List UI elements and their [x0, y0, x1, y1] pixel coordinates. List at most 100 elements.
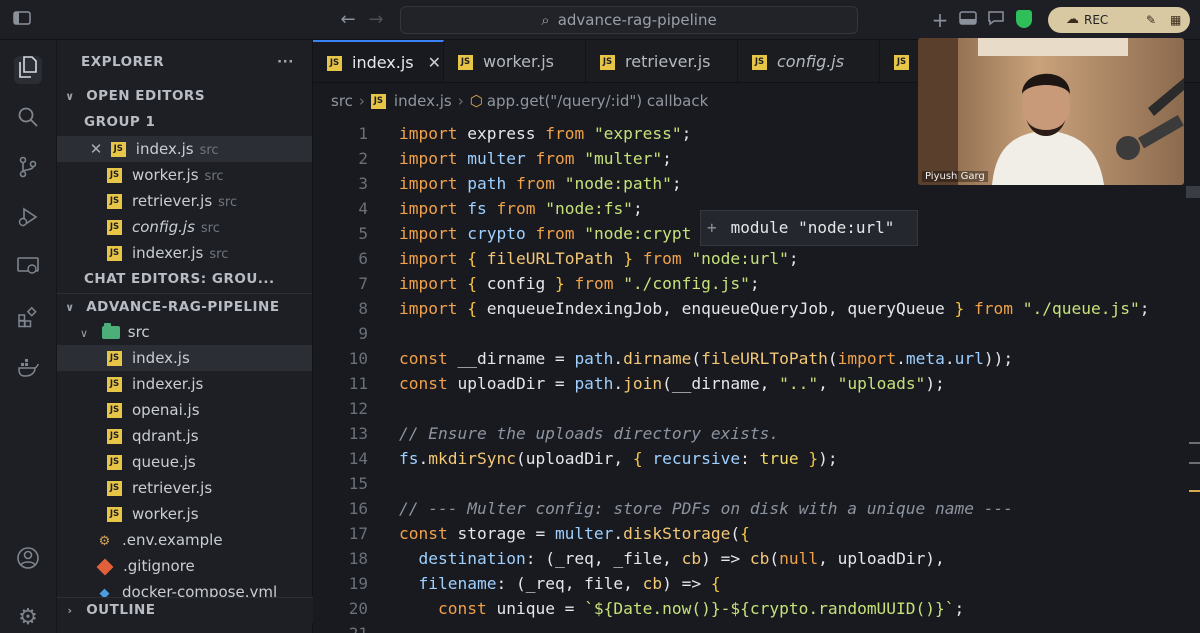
source-control-icon[interactable] [14, 156, 42, 184]
file-item[interactable]: .gitignore [57, 553, 312, 579]
code-line[interactable]: const uploadDir = path.join(__dirname, "… [399, 374, 945, 393]
webcam-overlay: Piyush Garg [918, 38, 1184, 185]
code-line[interactable]: import fs from "node:fs"; [399, 199, 643, 218]
line-number: 4 [358, 199, 368, 218]
code-line[interactable]: fs.mkdirSync(uploadDir, { recursive: tru… [399, 449, 838, 468]
tab-label: retriever.js [625, 52, 711, 71]
file-item[interactable]: ⚙ .env.example [57, 527, 312, 553]
code-line[interactable]: import crypto from "node:crypt [399, 224, 691, 243]
tab-index-js[interactable]: JS index.js ✕ [313, 40, 444, 82]
code-line[interactable]: const __dirname = path.dirname(fileURLTo… [399, 349, 1013, 368]
open-editor-item[interactable]: JS config.js src [57, 214, 312, 240]
file-item[interactable]: JS openai.js [57, 397, 312, 423]
search-icon[interactable] [14, 106, 42, 134]
folder-src[interactable]: ∨ src [57, 319, 312, 345]
explorer-icon[interactable] [14, 56, 42, 84]
new-icon[interactable]: + [930, 10, 950, 30]
file-item[interactable]: JS indexer.js [57, 371, 312, 397]
more-actions-icon[interactable]: ··· [277, 49, 294, 75]
search-text: advance-rag-pipeline [557, 11, 717, 29]
folder-name: src [127, 323, 150, 341]
code-line[interactable]: const unique = `${Date.now()}-${crypto.r… [399, 599, 964, 618]
code-line[interactable]: import path from "node:path"; [399, 174, 682, 193]
pen-icon: ✎ [1146, 13, 1157, 27]
project-header[interactable]: ∨ ADVANCE-RAG-PIPELINE [57, 293, 312, 319]
hover-tooltip: + module "node:url" [700, 210, 918, 246]
code-line[interactable]: import { config } from "./config.js"; [399, 274, 760, 293]
tab-config-js[interactable]: JS config.js [738, 40, 880, 82]
shield-icon[interactable] [1016, 10, 1032, 28]
forward-arrow-icon[interactable]: → [366, 10, 386, 30]
env-file-icon: ⚙ [98, 534, 111, 549]
line-number: 20 [348, 599, 368, 618]
chat-icon[interactable] [986, 10, 1006, 30]
line-number: 8 [358, 299, 368, 318]
line-number: 21 [313, 624, 368, 633]
code-line[interactable]: import multer from "multer"; [399, 149, 672, 168]
file-item[interactable]: JS qdrant.js [57, 423, 312, 449]
activity-bar: ⚙ [0, 40, 57, 633]
close-icon[interactable]: ✕ [428, 53, 441, 72]
code-line[interactable]: import express from "express"; [399, 124, 691, 143]
presenter-name: Piyush Garg [922, 171, 988, 182]
expand-icon[interactable]: + [707, 218, 717, 237]
open-editors-header[interactable]: ∨ OPEN EDITORS [57, 83, 312, 109]
breadcrumb-file[interactable]: index.js [394, 92, 452, 110]
line-number: 13 [348, 424, 368, 443]
chat-editors-label: CHAT EDITORS: GROU... [84, 271, 275, 287]
panel-icon[interactable] [958, 10, 978, 30]
line-number: 9 [358, 324, 368, 343]
chevron-right-icon: › [457, 92, 464, 110]
tab-label: index.js [352, 53, 414, 72]
chevron-right-icon: › [67, 604, 73, 617]
code-editor[interactable]: 123456789101112131415161718192021import … [313, 120, 1200, 633]
js-file-icon: JS [107, 220, 122, 235]
js-file-icon: JS [107, 246, 122, 261]
file-item[interactable]: JS retriever.js [57, 475, 312, 501]
toggle-sidebar-icon[interactable] [12, 10, 32, 30]
js-file-icon: JS [107, 455, 122, 470]
remote-explorer-icon[interactable] [14, 256, 42, 284]
open-editor-item[interactable]: ✕ JS index.js src [57, 136, 312, 162]
account-icon[interactable] [14, 546, 42, 574]
tab-retriever-js[interactable]: JS retriever.js [586, 40, 738, 82]
breadcrumb-folder[interactable]: src [331, 92, 353, 110]
close-icon[interactable]: ✕ [87, 136, 105, 162]
tab-worker-js[interactable]: JS worker.js [444, 40, 586, 82]
code-line[interactable]: const storage = multer.diskStorage({ [399, 524, 750, 543]
code-line[interactable]: // Ensure the uploads directory exists. [399, 424, 779, 443]
command-center-search[interactable]: ⌕ advance-rag-pipeline [400, 6, 858, 34]
file-name: index.js [132, 349, 190, 367]
git-file-icon [96, 558, 114, 575]
file-dir: src [218, 195, 238, 210]
code-line[interactable]: import { enqueueIndexingJob, enqueueQuer… [399, 299, 1149, 318]
file-item[interactable]: JS worker.js [57, 501, 312, 527]
back-arrow-icon[interactable]: ← [338, 10, 358, 30]
line-number: 18 [348, 549, 368, 568]
file-item[interactable]: JS index.js [57, 345, 312, 371]
open-editor-item[interactable]: JS indexer.js src [57, 240, 312, 266]
extensions-icon[interactable] [14, 306, 42, 334]
line-number: 11 [348, 374, 368, 393]
js-file-icon: JS [752, 55, 767, 70]
open-editors-label: OPEN EDITORS [86, 88, 206, 104]
js-file-icon: JS [107, 351, 122, 366]
tab-label: config.js [777, 52, 845, 71]
recording-indicator[interactable]: ☁ REC ✎ ▦ [1048, 7, 1190, 33]
editor-scrollbar-thumb[interactable] [1186, 186, 1200, 198]
breadcrumb-symbol[interactable]: app.get("/query/:id") callback [487, 92, 708, 110]
code-line[interactable]: import { fileURLToPath } from "node:url"… [399, 249, 799, 268]
presenter-video [918, 38, 1184, 185]
settings-gear-icon[interactable]: ⚙ [14, 604, 42, 632]
outline-header[interactable]: › OUTLINE [57, 597, 313, 623]
chat-editors-header[interactable]: CHAT EDITORS: GROU... [57, 266, 312, 292]
line-number: 12 [348, 399, 368, 418]
code-line[interactable]: destination: (_req, _file, cb) => cb(nul… [399, 549, 945, 568]
file-item[interactable]: JS queue.js [57, 449, 312, 475]
code-line[interactable]: filename: (_req, file, cb) => { [399, 574, 721, 593]
open-editor-item[interactable]: JS retriever.js src [57, 188, 312, 214]
code-line[interactable]: // --- Multer config: store PDFs on disk… [399, 499, 1013, 518]
docker-icon[interactable] [14, 356, 42, 384]
run-debug-icon[interactable] [14, 206, 42, 234]
open-editor-item[interactable]: JS worker.js src [57, 162, 312, 188]
